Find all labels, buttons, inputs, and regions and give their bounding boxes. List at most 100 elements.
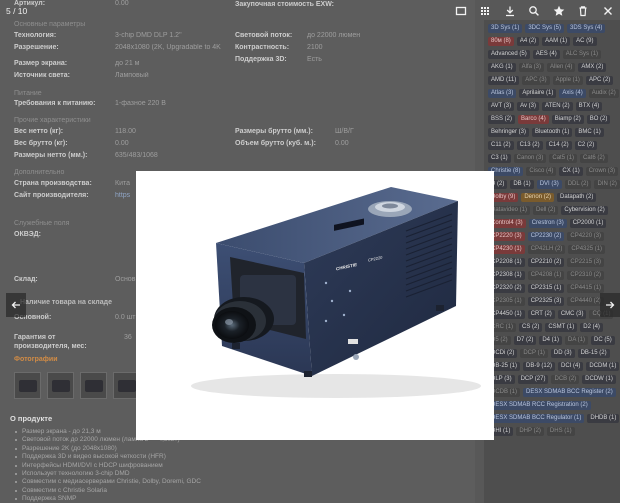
tag-link[interactable]: Cat5 (1) <box>549 154 578 163</box>
tag-link[interactable]: CP2230 (2) <box>527 232 565 241</box>
tag-link[interactable]: DHS (1) <box>546 427 575 436</box>
tag-link[interactable]: DESX SDMAB BCC Register (2) <box>523 388 616 397</box>
tag-link[interactable]: DB-9 (12) <box>523 362 556 371</box>
tag-link[interactable]: Behringer (3) <box>488 128 530 137</box>
tag-link[interactable]: CP4208 (1) <box>527 271 565 280</box>
tag-link[interactable]: D4 (1) <box>539 336 563 345</box>
tag-link[interactable]: Cat6 (2) <box>580 154 608 163</box>
tag-link[interactable]: CP4440 (2) <box>567 297 605 306</box>
tag-link[interactable]: CP4220 (3) <box>567 232 605 241</box>
fullscreen-button[interactable] <box>449 0 474 22</box>
photos-link[interactable]: Фотографии <box>14 356 58 363</box>
tag-link[interactable]: CP2315 (1) <box>527 284 565 293</box>
tag-link[interactable]: DB (1) <box>510 180 534 189</box>
tag-link[interactable]: DA (1) <box>565 336 589 345</box>
tag-link[interactable]: AMD (11) <box>488 76 520 85</box>
tag-link[interactable]: AC (9) <box>573 37 597 46</box>
tag-link[interactable]: Allen (4) <box>547 63 576 72</box>
tag-link[interactable]: Alfa (3) <box>518 63 545 72</box>
tag-link[interactable]: AKG (1) <box>488 63 516 72</box>
next-image-button[interactable] <box>600 293 620 317</box>
tag-link[interactable]: DESX SDMAB BCC Regulator (1) <box>488 414 585 423</box>
tag-link[interactable]: Dell (2) <box>533 206 559 215</box>
tag-link[interactable]: 3DS Sys (4) <box>567 24 606 33</box>
tag-link[interactable]: DD (3) <box>550 349 575 358</box>
tag-link[interactable]: C14 (2) <box>545 141 572 150</box>
tag-link[interactable]: DCP (1) <box>520 349 548 358</box>
tag-link[interactable]: Bluetooth (1) <box>532 128 573 137</box>
tag-link[interactable]: DCB (2) <box>551 375 580 384</box>
tag-link[interactable]: CP42LH (2) <box>527 245 566 254</box>
tag-link[interactable]: Audix (2) <box>588 89 619 98</box>
tag-link[interactable]: CP2215 (3) <box>567 258 605 267</box>
close-button[interactable] <box>596 0 620 22</box>
tag-link[interactable]: CP2210 (2) <box>527 258 565 267</box>
tag-link[interactable]: AMX (2) <box>578 63 607 72</box>
tag-link[interactable]: DHP (2) <box>516 427 544 436</box>
tag-link[interactable]: AES (4) <box>532 50 560 59</box>
tag-link[interactable]: Apple (1) <box>552 76 583 85</box>
tag-link[interactable]: C3 (1) <box>488 154 511 163</box>
tag-link[interactable]: 3DC Sys (5) <box>525 24 565 33</box>
tag-link[interactable]: D7 (2) <box>513 336 537 345</box>
thumbnails-button[interactable] <box>473 0 498 22</box>
tag-link[interactable]: AVT (3) <box>488 102 515 111</box>
tag-link[interactable]: Crestron (3) <box>528 219 567 228</box>
tag-link[interactable]: A4 (2) <box>516 37 540 46</box>
tag-link[interactable]: AAM (1) <box>542 37 571 46</box>
tag-link[interactable]: CP4415 (1) <box>567 284 605 293</box>
previous-image-button[interactable] <box>6 293 26 317</box>
tag-link[interactable]: BMC (1) <box>575 128 604 137</box>
tag-link[interactable]: DESX SDMAB RCC Registration (2) <box>488 401 591 410</box>
tag-link[interactable]: C13 (2) <box>516 141 543 150</box>
tag-link[interactable]: DVI (3) <box>536 180 562 189</box>
tag-link[interactable]: Datavideo (1) <box>488 206 531 215</box>
tag-link[interactable]: Crown (3) <box>585 167 619 176</box>
tag-link[interactable]: ALC Sys (1) <box>562 50 602 59</box>
tag-link[interactable]: DCDW (1) <box>582 375 616 384</box>
tag-link[interactable]: Av (3) <box>517 102 540 111</box>
tag-link[interactable]: DCI (4) <box>558 362 584 371</box>
tag-link[interactable]: DHDB (1) <box>587 414 620 423</box>
zoom-button[interactable] <box>522 0 547 22</box>
tag-link[interactable]: DC (5) <box>591 336 615 345</box>
tag-link[interactable]: DDL (2) <box>564 180 592 189</box>
tag-link[interactable]: Barco (4) <box>518 115 549 124</box>
tag-link[interactable]: BO (2) <box>586 115 611 124</box>
tag-link[interactable]: CRT (2) <box>527 310 555 319</box>
tag-link[interactable]: Canon (3) <box>513 154 547 163</box>
tag-link[interactable]: Cybervision (2) <box>561 206 608 215</box>
tag-link[interactable]: C11 (2) <box>488 141 514 150</box>
tag-link[interactable]: Denon (2) <box>521 193 555 202</box>
tag-link[interactable]: CP4325 (1) <box>568 245 606 254</box>
delete-button[interactable] <box>571 0 596 22</box>
tag-link[interactable]: Axis (4) <box>559 89 586 98</box>
tag-link[interactable]: CX (1) <box>559 167 583 176</box>
tag-link[interactable]: Aprilaire (1) <box>519 89 557 98</box>
tag-link[interactable]: BTX (4) <box>575 102 603 111</box>
photo-thumbnail[interactable] <box>14 372 41 399</box>
photo-thumbnail[interactable] <box>80 372 107 399</box>
tag-link[interactable]: D2 (4) <box>580 323 603 332</box>
tag-link[interactable]: CSMT (1) <box>545 323 578 332</box>
tag-link[interactable]: CP2310 (2) <box>567 271 605 280</box>
tag-link[interactable]: Biamp (2) <box>551 115 584 124</box>
tag-link[interactable]: Datapath (2) <box>557 193 597 202</box>
tag-link[interactable]: Advanced (5) <box>488 50 530 59</box>
tag-link[interactable]: CMC (3) <box>557 310 587 319</box>
download-button[interactable] <box>498 0 523 22</box>
photo-thumbnail[interactable] <box>47 372 74 399</box>
tag-link[interactable]: CS (2) <box>519 323 543 332</box>
tag-link[interactable]: BSS (2) <box>488 115 516 124</box>
tag-link[interactable]: 80м (8) <box>488 37 514 46</box>
tag-link[interactable]: ATEN (2) <box>542 102 573 111</box>
tag-link[interactable]: Cisco (4) <box>526 167 557 176</box>
tag-link[interactable]: DIN (2) <box>594 180 620 189</box>
tag-link[interactable]: DCDM (1) <box>586 362 620 371</box>
tag-link[interactable]: CP2000 (1) <box>569 219 607 228</box>
favorite-button[interactable] <box>547 0 572 22</box>
tag-link[interactable]: DCP (27) <box>517 375 549 384</box>
tag-link[interactable]: 3D Sys (1) <box>488 24 523 33</box>
tag-link[interactable]: APC (2) <box>585 76 614 85</box>
tag-link[interactable]: APC (3) <box>522 76 550 85</box>
